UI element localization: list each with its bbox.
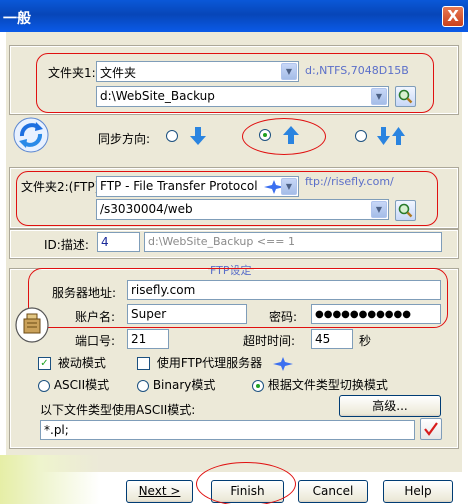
search-icon xyxy=(398,203,413,218)
ascii-types-label: 以下文件类型使用ASCII模式: xyxy=(40,403,196,417)
mode-binary-label: Binary模式 xyxy=(152,378,216,392)
network-star-icon xyxy=(272,356,293,371)
chevron-down-icon[interactable]: ▼ xyxy=(371,88,387,105)
chevron-down-icon[interactable]: ▼ xyxy=(281,63,297,80)
passive-mode-checkbox[interactable]: ✓ xyxy=(38,357,51,370)
title-bar: 一般 xyxy=(0,0,468,32)
sync-left-to-right-option[interactable] xyxy=(259,126,299,144)
sync-radio-1[interactable] xyxy=(166,130,178,142)
account-label: 账户名: xyxy=(75,310,116,324)
folder1-type-value: 文件夹 xyxy=(100,66,137,80)
browse-folder2-button[interactable] xyxy=(395,200,416,221)
folder1-info: d:,NTFS,7048D15B xyxy=(305,64,409,77)
sync-radio-2[interactable] xyxy=(259,129,271,141)
browse-folder1-button[interactable] xyxy=(395,86,416,107)
timeout-label: 超时时间: xyxy=(243,334,296,348)
sync-radio-3[interactable] xyxy=(355,130,367,142)
chevron-down-icon[interactable]: ▼ xyxy=(281,178,297,195)
green-decoration xyxy=(0,455,100,504)
folder1-path-value: d:\WebSite_Backup xyxy=(100,89,215,103)
sync-direction-label: 同步方向: xyxy=(98,132,151,146)
port-field[interactable]: 21 xyxy=(127,329,169,349)
next-label: Next > xyxy=(138,484,181,498)
close-icon: X xyxy=(447,7,459,25)
proxy-option[interactable]: 使用FTP代理服务器 xyxy=(137,354,294,371)
account-field[interactable]: Super xyxy=(127,304,247,324)
mode-binary-option[interactable]: Binary模式 xyxy=(137,376,215,393)
id-field[interactable]: 4 xyxy=(97,232,140,252)
server-label: 服务器地址: xyxy=(52,286,117,300)
checkmark-icon xyxy=(424,422,438,436)
advanced-button[interactable]: 高级... xyxy=(339,395,441,417)
server-icon xyxy=(14,306,50,344)
passive-mode-option[interactable]: ✓ 被动模式 xyxy=(38,354,106,371)
folder1-type-select[interactable]: 文件夹 ▼ xyxy=(96,61,299,82)
port-label: 端口号: xyxy=(75,334,116,348)
server-field[interactable]: risefly.com xyxy=(127,280,441,300)
folder1-path-select[interactable]: d:\WebSite_Backup ▼ xyxy=(96,86,389,107)
password-label: 密码: xyxy=(269,310,298,324)
passive-mode-label: 被动模式 xyxy=(57,356,106,370)
proxy-label: 使用FTP代理服务器 xyxy=(156,356,263,370)
help-button[interactable]: Help xyxy=(383,480,453,503)
folder2-path-value: /s3030004/web xyxy=(100,202,193,216)
mode-ascii-radio[interactable] xyxy=(38,379,50,392)
password-field[interactable]: ●●●●●●●●●●● xyxy=(311,304,441,324)
description-field[interactable]: d:\WebSite_Backup <== 1 xyxy=(144,232,442,252)
chevron-down-icon[interactable]: ▼ xyxy=(371,201,387,218)
mode-auto-option[interactable]: 根据文件类型切换模式 xyxy=(252,376,388,393)
arrow-up-icon xyxy=(282,126,299,144)
folder1-label: 文件夹1: xyxy=(48,66,96,80)
sync-right-to-left-option[interactable] xyxy=(166,127,206,145)
window-title: 一般 xyxy=(3,11,31,27)
folder2-path-select[interactable]: /s3030004/web ▼ xyxy=(96,199,389,220)
search-icon xyxy=(398,89,413,104)
next-button[interactable]: Next > xyxy=(126,480,193,503)
folder2-type-select[interactable]: FTP - File Transfer Protocol ▼ xyxy=(96,176,299,197)
arrows-both-icon xyxy=(376,127,405,145)
arrow-down-icon xyxy=(189,127,206,145)
timeout-field[interactable]: 45 xyxy=(311,329,353,349)
sync-bidirectional-option[interactable] xyxy=(355,127,405,145)
folder2-type-value: FTP - File Transfer Protocol xyxy=(100,179,258,193)
finish-highlight xyxy=(196,462,296,504)
mode-ascii-label: ASCII模式 xyxy=(53,378,110,392)
folder2-info: ftp://risefly.com/ xyxy=(305,175,394,188)
cancel-button[interactable]: Cancel xyxy=(298,480,368,503)
timeout-unit: 秒 xyxy=(359,334,372,348)
folder2-label: 文件夹2:(FTP) xyxy=(21,180,100,194)
id-desc-label: ID:描述: xyxy=(44,238,89,252)
mode-ascii-option[interactable]: ASCII模式 xyxy=(38,376,109,393)
ascii-types-field[interactable]: *.pl; xyxy=(40,420,415,440)
mode-auto-radio[interactable] xyxy=(252,379,264,392)
sync-logo-icon xyxy=(12,116,50,154)
mode-binary-radio[interactable] xyxy=(137,379,149,392)
proxy-checkbox[interactable] xyxy=(137,357,150,370)
ascii-types-confirm-button[interactable] xyxy=(420,418,442,440)
mode-auto-label: 根据文件类型切换模式 xyxy=(267,378,388,392)
close-button[interactable]: X xyxy=(442,6,464,27)
